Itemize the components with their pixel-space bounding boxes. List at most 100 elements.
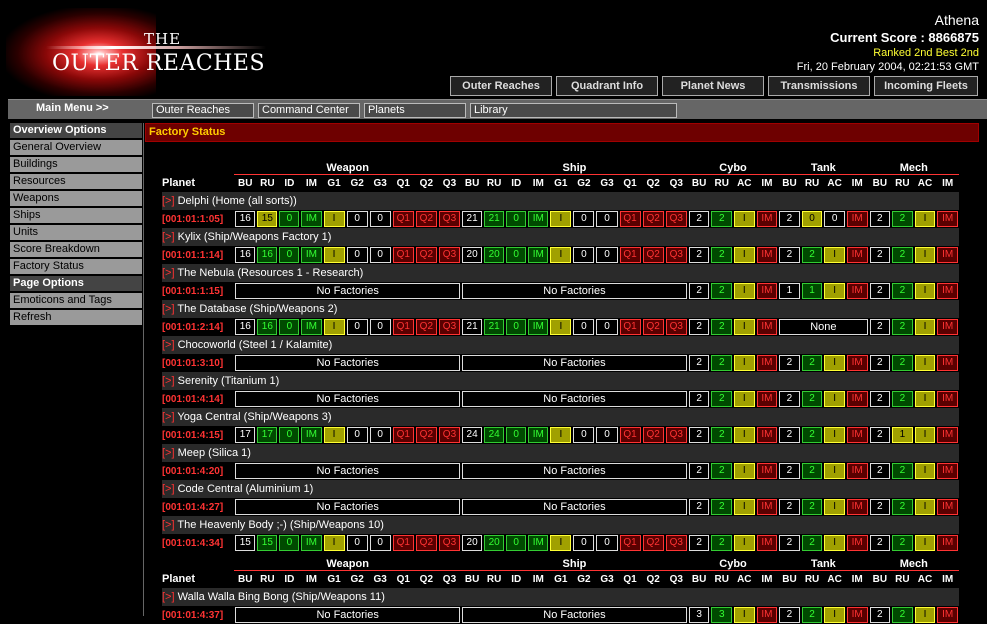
weapon-factory-value[interactable]: Q3	[438, 319, 461, 335]
weapon-factory-value[interactable]: 0	[369, 319, 391, 335]
weapon-factory-value[interactable]: IM	[301, 535, 322, 551]
planet-name-cell[interactable]: [>] Code Central (Aluminium 1)	[162, 480, 959, 498]
ship-factory-value[interactable]: 21	[484, 319, 505, 335]
mech-factory-value[interactable]: I	[914, 607, 936, 623]
planet-name[interactable]: Yoga Central (Ship/Weapons 3)	[177, 411, 331, 423]
expand-arrow-icon[interactable]: [>]	[162, 375, 175, 387]
weapon-factory-value[interactable]: 15	[257, 535, 278, 551]
ship-factory-value[interactable]: 0	[596, 427, 618, 443]
weapon-factory-value[interactable]: Q3	[438, 247, 461, 263]
weapon-factory-value[interactable]: 16	[257, 247, 278, 263]
expand-arrow-icon[interactable]: [>]	[162, 195, 175, 207]
cybo-factory-value[interactable]: 2	[688, 427, 710, 443]
ship-factory-value[interactable]: 20	[462, 535, 483, 551]
planet-name-cell[interactable]: [>] Chocoworld (Steel 1 / Kalamite)	[162, 336, 959, 354]
expand-arrow-icon[interactable]: [>]	[162, 411, 175, 423]
cybo-factory-value[interactable]: 2	[711, 463, 733, 479]
mech-factory-value[interactable]: 2	[892, 607, 913, 623]
ship-factory-value[interactable]: 0	[506, 211, 527, 227]
planet-coordinate[interactable]: [001:01:1:15]	[162, 286, 223, 297]
cybo-factory-value[interactable]: IM	[756, 463, 778, 479]
sidebar-item-score-breakdown[interactable]: Score Breakdown	[10, 242, 142, 257]
planet-name[interactable]: Meep (Silica 1)	[178, 447, 251, 459]
mech-factory-value[interactable]: IM	[937, 607, 958, 623]
weapon-factory-value[interactable]: 0	[346, 427, 368, 443]
weapon-factory-value[interactable]: IM	[301, 211, 322, 227]
mech-factory-value[interactable]: I	[914, 355, 936, 371]
mech-factory-value[interactable]: IM	[937, 463, 958, 479]
tank-factory-value[interactable]: I	[824, 607, 845, 623]
mech-factory-value[interactable]: I	[914, 283, 936, 299]
weapon-factory-value[interactable]: 0	[369, 427, 391, 443]
sidebar-item-buildings[interactable]: Buildings	[10, 157, 142, 172]
mech-factory-value[interactable]: IM	[937, 499, 958, 515]
tank-factory-value[interactable]: IM	[846, 499, 868, 515]
mech-factory-value[interactable]: 2	[869, 607, 891, 623]
planet-name-cell[interactable]: [>] The Heavenly Body ;-) (Ship/Weapons …	[162, 516, 959, 534]
mech-factory-value[interactable]: I	[914, 247, 936, 263]
mech-factory-value[interactable]: 2	[892, 247, 913, 263]
cybo-factory-value[interactable]: IM	[756, 247, 778, 263]
tank-factory-value[interactable]: 0	[824, 211, 845, 227]
tank-factory-value[interactable]: 2	[779, 355, 800, 371]
sidebar-item-ships[interactable]: Ships	[10, 208, 142, 223]
cybo-factory-value[interactable]: I	[734, 607, 755, 623]
mech-factory-value[interactable]: IM	[937, 211, 958, 227]
tank-factory-value[interactable]: I	[824, 499, 845, 515]
cybo-factory-value[interactable]: I	[734, 499, 755, 515]
planet-coordinate[interactable]: [001:01:4:34]	[162, 538, 223, 549]
tank-factory-value[interactable]: 2	[779, 607, 800, 623]
tank-factory-value[interactable]: 2	[801, 247, 823, 263]
weapon-factory-value[interactable]: 0	[346, 247, 368, 263]
mech-factory-value[interactable]: 2	[869, 247, 891, 263]
ship-factory-value[interactable]: Q3	[665, 247, 687, 263]
cybo-factory-value[interactable]: 2	[688, 247, 710, 263]
expand-arrow-icon[interactable]: [>]	[162, 267, 175, 279]
weapon-factory-value[interactable]: Q2	[415, 247, 437, 263]
tank-factory-value[interactable]: IM	[846, 283, 868, 299]
cybo-factory-value[interactable]: IM	[756, 535, 778, 551]
planet-name[interactable]: Walla Walla Bing Bong (Ship/Weapons 11)	[178, 591, 385, 603]
mech-factory-value[interactable]: 2	[869, 355, 891, 371]
ship-factory-value[interactable]: 0	[573, 319, 595, 335]
weapon-factory-value[interactable]: Q2	[415, 319, 437, 335]
tank-factory-value[interactable]: I	[824, 247, 845, 263]
mech-factory-value[interactable]: 2	[869, 427, 891, 443]
weapon-factory-value[interactable]: I	[323, 427, 345, 443]
cybo-factory-value[interactable]: 2	[711, 499, 733, 515]
weapon-factory-value[interactable]: Q1	[392, 247, 414, 263]
cybo-factory-value[interactable]: 2	[688, 319, 710, 335]
cybo-factory-value[interactable]: 2	[688, 355, 710, 371]
mech-factory-value[interactable]: 2	[869, 211, 891, 227]
cybo-factory-value[interactable]: IM	[756, 319, 778, 335]
tank-factory-value[interactable]: 2	[801, 535, 823, 551]
cybo-factory-value[interactable]: 2	[711, 535, 733, 551]
cybo-factory-value[interactable]: 2	[688, 463, 710, 479]
tank-factory-value[interactable]: I	[824, 283, 845, 299]
mech-factory-value[interactable]: 2	[892, 283, 913, 299]
ship-factory-value[interactable]: Q1	[619, 427, 641, 443]
cybo-factory-value[interactable]: 2	[688, 283, 710, 299]
ship-factory-value[interactable]: Q3	[665, 427, 687, 443]
mech-factory-value[interactable]: I	[914, 499, 936, 515]
ship-factory-value[interactable]: 0	[573, 211, 595, 227]
planet-coordinate[interactable]: [001:01:2:14]	[162, 322, 223, 333]
tank-factory-value[interactable]: 2	[801, 607, 823, 623]
ship-factory-value[interactable]: 20	[484, 535, 505, 551]
cybo-factory-value[interactable]: 2	[688, 391, 710, 407]
sidebar-item-units[interactable]: Units	[10, 225, 142, 240]
ship-factory-value[interactable]: 0	[506, 319, 527, 335]
planet-name[interactable]: Chocoworld (Steel 1 / Kalamite)	[178, 339, 333, 351]
tank-factory-value[interactable]: 2	[801, 427, 823, 443]
cybo-factory-value[interactable]: IM	[756, 607, 778, 623]
ship-factory-value[interactable]: Q3	[665, 319, 687, 335]
weapon-factory-value[interactable]: IM	[301, 427, 322, 443]
weapon-factory-value[interactable]: IM	[301, 247, 322, 263]
weapon-factory-value[interactable]: 0	[369, 247, 391, 263]
mainmenu-command-center[interactable]: Command Center	[258, 103, 360, 118]
weapon-factory-value[interactable]: 17	[257, 427, 278, 443]
expand-arrow-icon[interactable]: [>]	[162, 231, 175, 243]
ship-factory-value[interactable]: IM	[528, 247, 549, 263]
ship-factory-value[interactable]: Q2	[642, 247, 664, 263]
planet-coordinate[interactable]: [001:01:1:14]	[162, 250, 223, 261]
